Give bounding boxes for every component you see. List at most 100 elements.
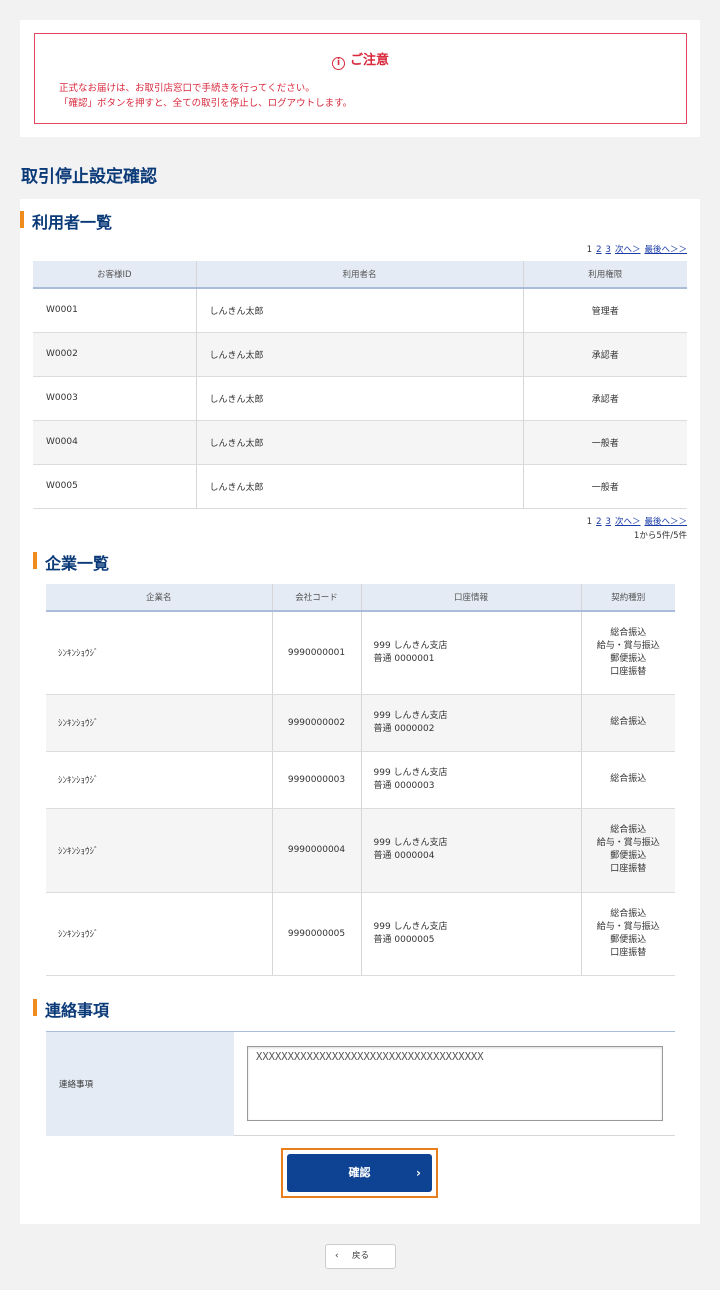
chevron-left-icon: ‹ — [335, 1251, 339, 1261]
contact-table: 連絡事項 XXXXXXXXXXXXXXXXXXXXXXXXXXXXXXXXXXX… — [46, 1031, 675, 1136]
chevron-right-icon: › — [416, 1166, 421, 1180]
confirm-button-label: 確認 — [348, 1166, 371, 1179]
col-customer-id: お客様ID — [33, 261, 197, 289]
pager-last-link[interactable]: 最後へ＞＞ — [644, 517, 687, 527]
contract-type: 郵便振込 — [610, 653, 647, 664]
back-button-label: 戻る — [351, 1251, 369, 1261]
user-name: しんきん太郎 — [196, 288, 524, 333]
pager-page-2[interactable]: 2 — [596, 517, 601, 527]
contract-types: 総合振込 給与・賞与振込 郵便振込 口座振替 — [581, 892, 675, 976]
company-name: ｼﾝｷﾝｼｮｳｼﾞ — [46, 808, 273, 893]
user-name: しんきん太郎 — [196, 420, 524, 465]
contact-label: 連絡事項 — [46, 1032, 234, 1136]
companies-heading: 企業一覧 — [33, 550, 109, 574]
contact-textarea[interactable]: XXXXXXXXXXXXXXXXXXXXXXXXXXXXXXXXXXXX — [247, 1046, 663, 1121]
table-row: W0004 しんきん太郎 一般者 — [33, 420, 687, 465]
contract-type: 給与・賞与振込 — [596, 838, 660, 848]
account-branch: 999 しんきん支店 — [373, 767, 448, 778]
user-id: W0005 — [33, 464, 197, 509]
contract-type: 郵便振込 — [610, 934, 647, 945]
account-branch: 999 しんきん支店 — [373, 921, 448, 932]
account-info: 999 しんきん支店 普通 0000004 — [361, 808, 582, 893]
contract-type: 総合振込 — [610, 825, 647, 835]
account-info: 999 しんきん支店 普通 0000001 — [361, 611, 582, 695]
contract-type: 総合振込 — [610, 717, 647, 727]
contract-type: 給与・賞与振込 — [596, 921, 660, 932]
contract-types: 総合振込 — [581, 751, 675, 809]
contract-types: 総合振込給与・賞与振込 郵便振込口座振替 — [581, 808, 675, 893]
account-number: 普通 0000005 — [373, 934, 435, 945]
users-pager-bottom: 1 2 3 次へ＞ 最後へ＞＞ — [583, 515, 687, 527]
company-code: 9990000005 — [272, 892, 362, 976]
pager-page-1: 1 — [586, 245, 593, 255]
pager-page-2[interactable]: 2 — [596, 245, 601, 255]
col-user-role: 利用権限 — [523, 261, 687, 289]
user-role: 一般者 — [523, 420, 687, 465]
user-role: 一般者 — [523, 464, 687, 509]
company-name: ｼﾝｷﾝｼｮｳｼﾞ — [46, 611, 273, 695]
user-role: 承認者 — [523, 376, 687, 421]
notice-line-2: 「確認」ボタンを押すと、全ての取引を停止し、ログアウトします。 — [59, 98, 353, 109]
table-row: ｼﾝｷﾝｼｮｳｼﾞ 9990000005 999 しんきん支店 普通 000000… — [46, 892, 675, 976]
pager-last-link[interactable]: 最後へ＞＞ — [644, 245, 687, 255]
account-number: 普通 0000001 — [373, 653, 435, 664]
account-info: 999 しんきん支店 普通 0000005 — [361, 892, 582, 976]
account-number: 普通 0000004 — [373, 851, 435, 861]
pager-page-3[interactable]: 3 — [606, 517, 611, 527]
company-name: ｼﾝｷﾝｼｮｳｼﾞ — [46, 694, 273, 752]
account-branch: 999 しんきん支店 — [373, 640, 448, 651]
company-code: 9990000002 — [272, 694, 362, 752]
contract-types: 総合振込 — [581, 694, 675, 752]
col-account-info: 口座情報 — [361, 584, 582, 612]
table-row: ｼﾝｷﾝｼｮｳｼﾞ 9990000003 999 しんきん支店 普通 000000… — [46, 751, 675, 809]
users-heading: 利用者一覧 — [20, 209, 112, 233]
notice-line-1: 正式なお届けは、お取引店窓口で手続きを行ってください。 — [59, 83, 315, 94]
companies-table: 企業名 会社コード 口座情報 契約種別 ｼﾝｷﾝｼｮｳｼﾞ 9990000001… — [46, 584, 675, 976]
company-code: 9990000001 — [272, 611, 362, 695]
users-range-text: 1から5件/5件 — [633, 531, 687, 541]
contact-heading: 連絡事項 — [33, 997, 109, 1021]
contract-type: 口座振替 — [610, 864, 647, 874]
contract-types: 総合振込 給与・賞与振込 郵便振込 口座振替 — [581, 611, 675, 695]
company-code: 9990000004 — [272, 808, 362, 893]
col-company-code: 会社コード — [272, 584, 362, 612]
confirm-button-focus-ring: 確認 › — [281, 1148, 438, 1198]
user-name: しんきん太郎 — [196, 464, 524, 509]
user-id: W0001 — [33, 288, 197, 333]
table-row: W0002 しんきん太郎 承認者 — [33, 332, 687, 377]
pager-page-1: 1 — [586, 517, 593, 527]
account-branch: 999 しんきん支店 — [373, 710, 448, 721]
pager-page-3[interactable]: 3 — [606, 245, 611, 255]
pager-next-link[interactable]: 次へ＞ — [615, 245, 641, 255]
user-id: W0002 — [33, 332, 197, 377]
users-table: お客様ID 利用者名 利用権限 W0001 しんきん太郎 管理者 W0002 し… — [33, 261, 687, 509]
col-user-name: 利用者名 — [196, 261, 524, 289]
info-circle-icon: i — [331, 57, 345, 70]
col-company-name: 企業名 — [46, 584, 273, 612]
company-code: 9990000003 — [272, 751, 362, 809]
users-pager-top: 1 2 3 次へ＞ 最後へ＞＞ — [583, 243, 687, 255]
user-role: 管理者 — [523, 288, 687, 333]
account-number: 普通 0000002 — [373, 723, 435, 734]
notice-box: i ご注意 正式なお届けは、お取引店窓口で手続きを行ってください。 「確認」ボタン… — [34, 33, 687, 124]
company-name: ｼﾝｷﾝｼｮｳｼﾞ — [46, 892, 273, 976]
notice-title: i ご注意 — [35, 49, 686, 70]
main-card: 利用者一覧 1 2 3 次へ＞ 最後へ＞＞ お客様ID 利用者名 利用権限 W0001 … — [20, 199, 700, 1224]
pager-next-link[interactable]: 次へ＞ — [615, 517, 641, 527]
col-contract-type: 契約種別 — [581, 584, 675, 612]
contract-type: 口座振替 — [610, 947, 647, 958]
table-row: ｼﾝｷﾝｼｮｳｼﾞ 9990000001 999 しんきん支店 普通 000000… — [46, 611, 675, 695]
account-branch: 999 しんきん支店 — [373, 838, 448, 848]
company-name: ｼﾝｷﾝｼｮｳｼﾞ — [46, 751, 273, 809]
contract-type: 総合振込 — [610, 774, 647, 784]
contract-type: 郵便振込 — [610, 851, 647, 861]
user-id: W0004 — [33, 420, 197, 465]
user-id: W0003 — [33, 376, 197, 421]
notice-card: i ご注意 正式なお届けは、お取引店窓口で手続きを行ってください。 「確認」ボタン… — [20, 20, 700, 137]
confirm-button[interactable]: 確認 › — [287, 1154, 432, 1192]
user-name: しんきん太郎 — [196, 332, 524, 377]
table-row: W0003 しんきん太郎 承認者 — [33, 376, 687, 421]
back-button[interactable]: ‹ 戻る — [325, 1244, 396, 1269]
table-row: ｼﾝｷﾝｼｮｳｼﾞ 9990000002 999 しんきん支店 普通 000000… — [46, 694, 675, 752]
account-info: 999 しんきん支店 普通 0000002 — [361, 694, 582, 752]
